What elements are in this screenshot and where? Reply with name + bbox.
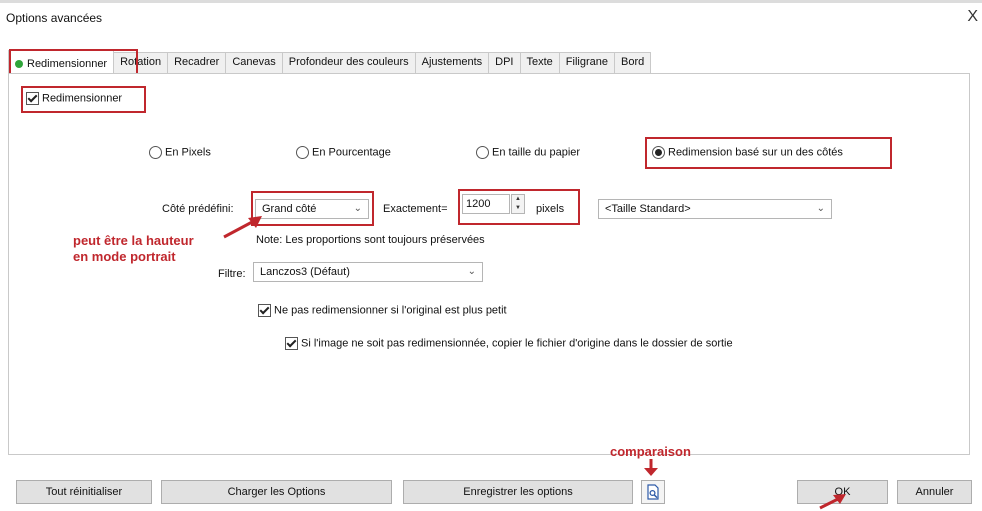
tab-texte[interactable]: Texte bbox=[519, 52, 560, 74]
copy-original-label: Si l'image ne soit pas redimensionnée, c… bbox=[301, 337, 733, 350]
filter-label: Filtre: bbox=[218, 268, 246, 280]
radio-en-pourcentage[interactable]: En Pourcentage bbox=[296, 146, 391, 159]
radio-label: En Pourcentage bbox=[312, 146, 391, 159]
tab-ajustements[interactable]: Ajustements bbox=[414, 52, 490, 74]
compare-button[interactable] bbox=[641, 480, 665, 504]
annotation-down-arrow-icon bbox=[644, 459, 658, 476]
checkbox-icon bbox=[285, 337, 298, 350]
highlight-mode bbox=[645, 137, 892, 169]
cancel-button[interactable]: Annuler bbox=[897, 480, 972, 504]
no-upscale-label: Ne pas redimensionner si l'original est … bbox=[274, 304, 507, 317]
window-title: Options avancées bbox=[6, 11, 103, 25]
chevron-down-icon: ⌄ bbox=[467, 266, 476, 277]
save-options-button[interactable]: Enregistrer les options bbox=[403, 480, 633, 504]
highlight-exact bbox=[458, 189, 580, 225]
radio-label: En Pixels bbox=[165, 146, 211, 159]
highlight-side bbox=[251, 191, 374, 226]
tab-panel bbox=[8, 73, 970, 455]
annotation-ok-arrow-icon bbox=[819, 494, 846, 510]
filter-value: Lanczos3 (Défaut) bbox=[260, 266, 350, 278]
annotation-portrait-2: en mode portrait bbox=[73, 249, 176, 264]
radio-label: En taille du papier bbox=[492, 146, 581, 159]
tab-recadrer[interactable]: Recadrer bbox=[167, 52, 227, 74]
radio-icon bbox=[149, 146, 162, 159]
proportion-note: Note: Les proportions sont toujours prés… bbox=[256, 234, 485, 246]
annotation-compare: comparaison bbox=[610, 444, 691, 459]
tab-bord[interactable]: Bord bbox=[613, 52, 652, 74]
annotation-portrait-1: peut être la hauteur bbox=[73, 233, 194, 248]
tab-dpi[interactable]: DPI bbox=[488, 52, 521, 74]
exact-label: Exactement= bbox=[383, 203, 448, 215]
reset-button[interactable]: Tout réinitialiser bbox=[16, 480, 152, 504]
tab-filigrane[interactable]: Filigrane bbox=[558, 52, 615, 74]
load-options-button[interactable]: Charger les Options bbox=[161, 480, 392, 504]
radio-taille-papier[interactable]: En taille du papier bbox=[476, 146, 580, 159]
close-button[interactable]: X bbox=[967, 8, 978, 26]
standard-size-select[interactable]: <Taille Standard> ⌄ bbox=[598, 199, 832, 219]
highlight-active-tab bbox=[9, 49, 138, 75]
compare-preview-icon bbox=[647, 484, 659, 500]
checkbox-icon bbox=[258, 304, 271, 317]
standard-size-value: <Taille Standard> bbox=[605, 203, 691, 215]
radio-en-pixels[interactable]: En Pixels bbox=[149, 146, 211, 159]
highlight-enable bbox=[21, 86, 146, 113]
copy-original-checkbox[interactable]: Si l'image ne soit pas redimensionnée, c… bbox=[285, 337, 733, 350]
tab-canevas[interactable]: Canevas bbox=[225, 52, 283, 74]
radio-icon bbox=[296, 146, 309, 159]
chevron-down-icon: ⌄ bbox=[816, 203, 825, 214]
title-bar: Options avancées X bbox=[0, 0, 982, 32]
no-upscale-checkbox[interactable]: Ne pas redimensionner si l'original est … bbox=[258, 304, 507, 317]
tab-profondeur[interactable]: Profondeur des couleurs bbox=[281, 52, 416, 74]
annotation-arrow-icon bbox=[223, 216, 262, 239]
filter-select[interactable]: Lanczos3 (Défaut) ⌄ bbox=[253, 262, 483, 282]
radio-icon bbox=[476, 146, 489, 159]
